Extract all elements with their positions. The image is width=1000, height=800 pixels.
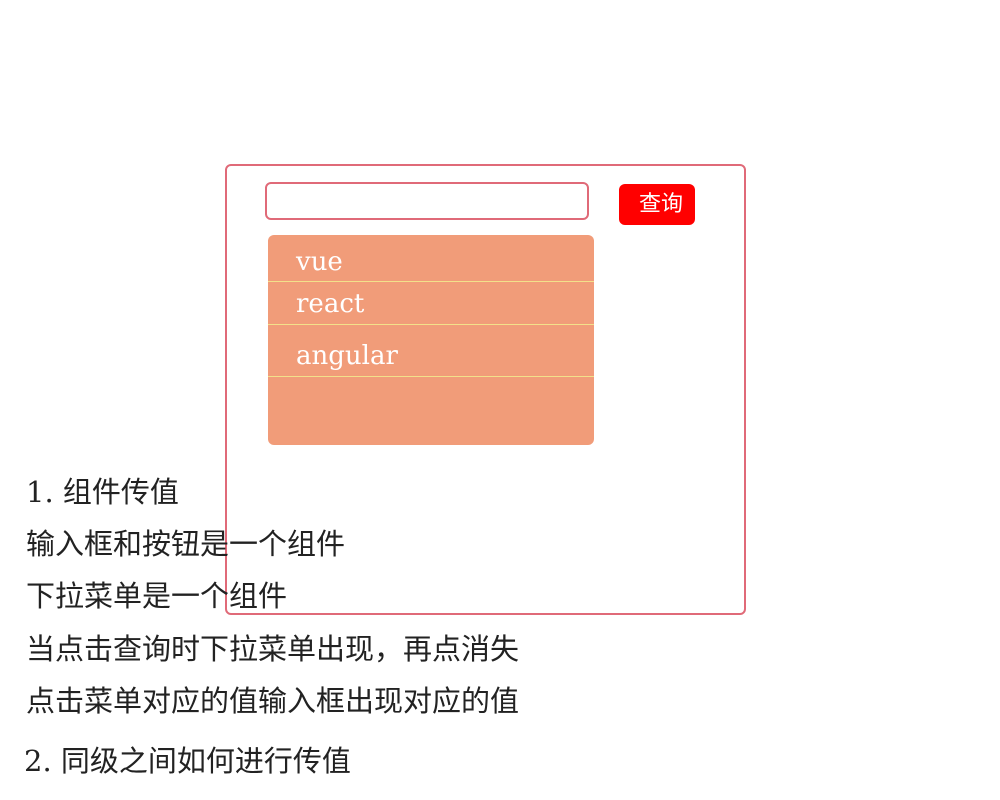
note-input-button-component: 输入框和按钮是一个组件 <box>26 527 346 561</box>
note-heading-sibling-passing: 2. 同级之间如何进行传值 <box>24 744 351 778</box>
note-toggle-dropdown: 当点击查询时下拉菜单出现，再点消失 <box>26 632 520 666</box>
note-fill-input: 点击菜单对应的值输入框出现对应的值 <box>26 684 520 718</box>
dropdown-item-vue[interactable]: vue <box>268 235 594 282</box>
dropdown-item-react[interactable]: react <box>268 282 594 325</box>
dropdown-menu: vue react angular <box>268 235 594 445</box>
search-input[interactable] <box>265 182 589 220</box>
page: 查询 vue react angular 1. 组件传值 输入框和按钮是一个组件… <box>0 0 1000 800</box>
note-dropdown-component: 下拉菜单是一个组件 <box>26 579 288 613</box>
query-button[interactable]: 查询 <box>619 184 695 225</box>
dropdown-item-angular[interactable]: angular <box>268 325 594 377</box>
note-heading-component-passing: 1. 组件传值 <box>26 475 179 509</box>
